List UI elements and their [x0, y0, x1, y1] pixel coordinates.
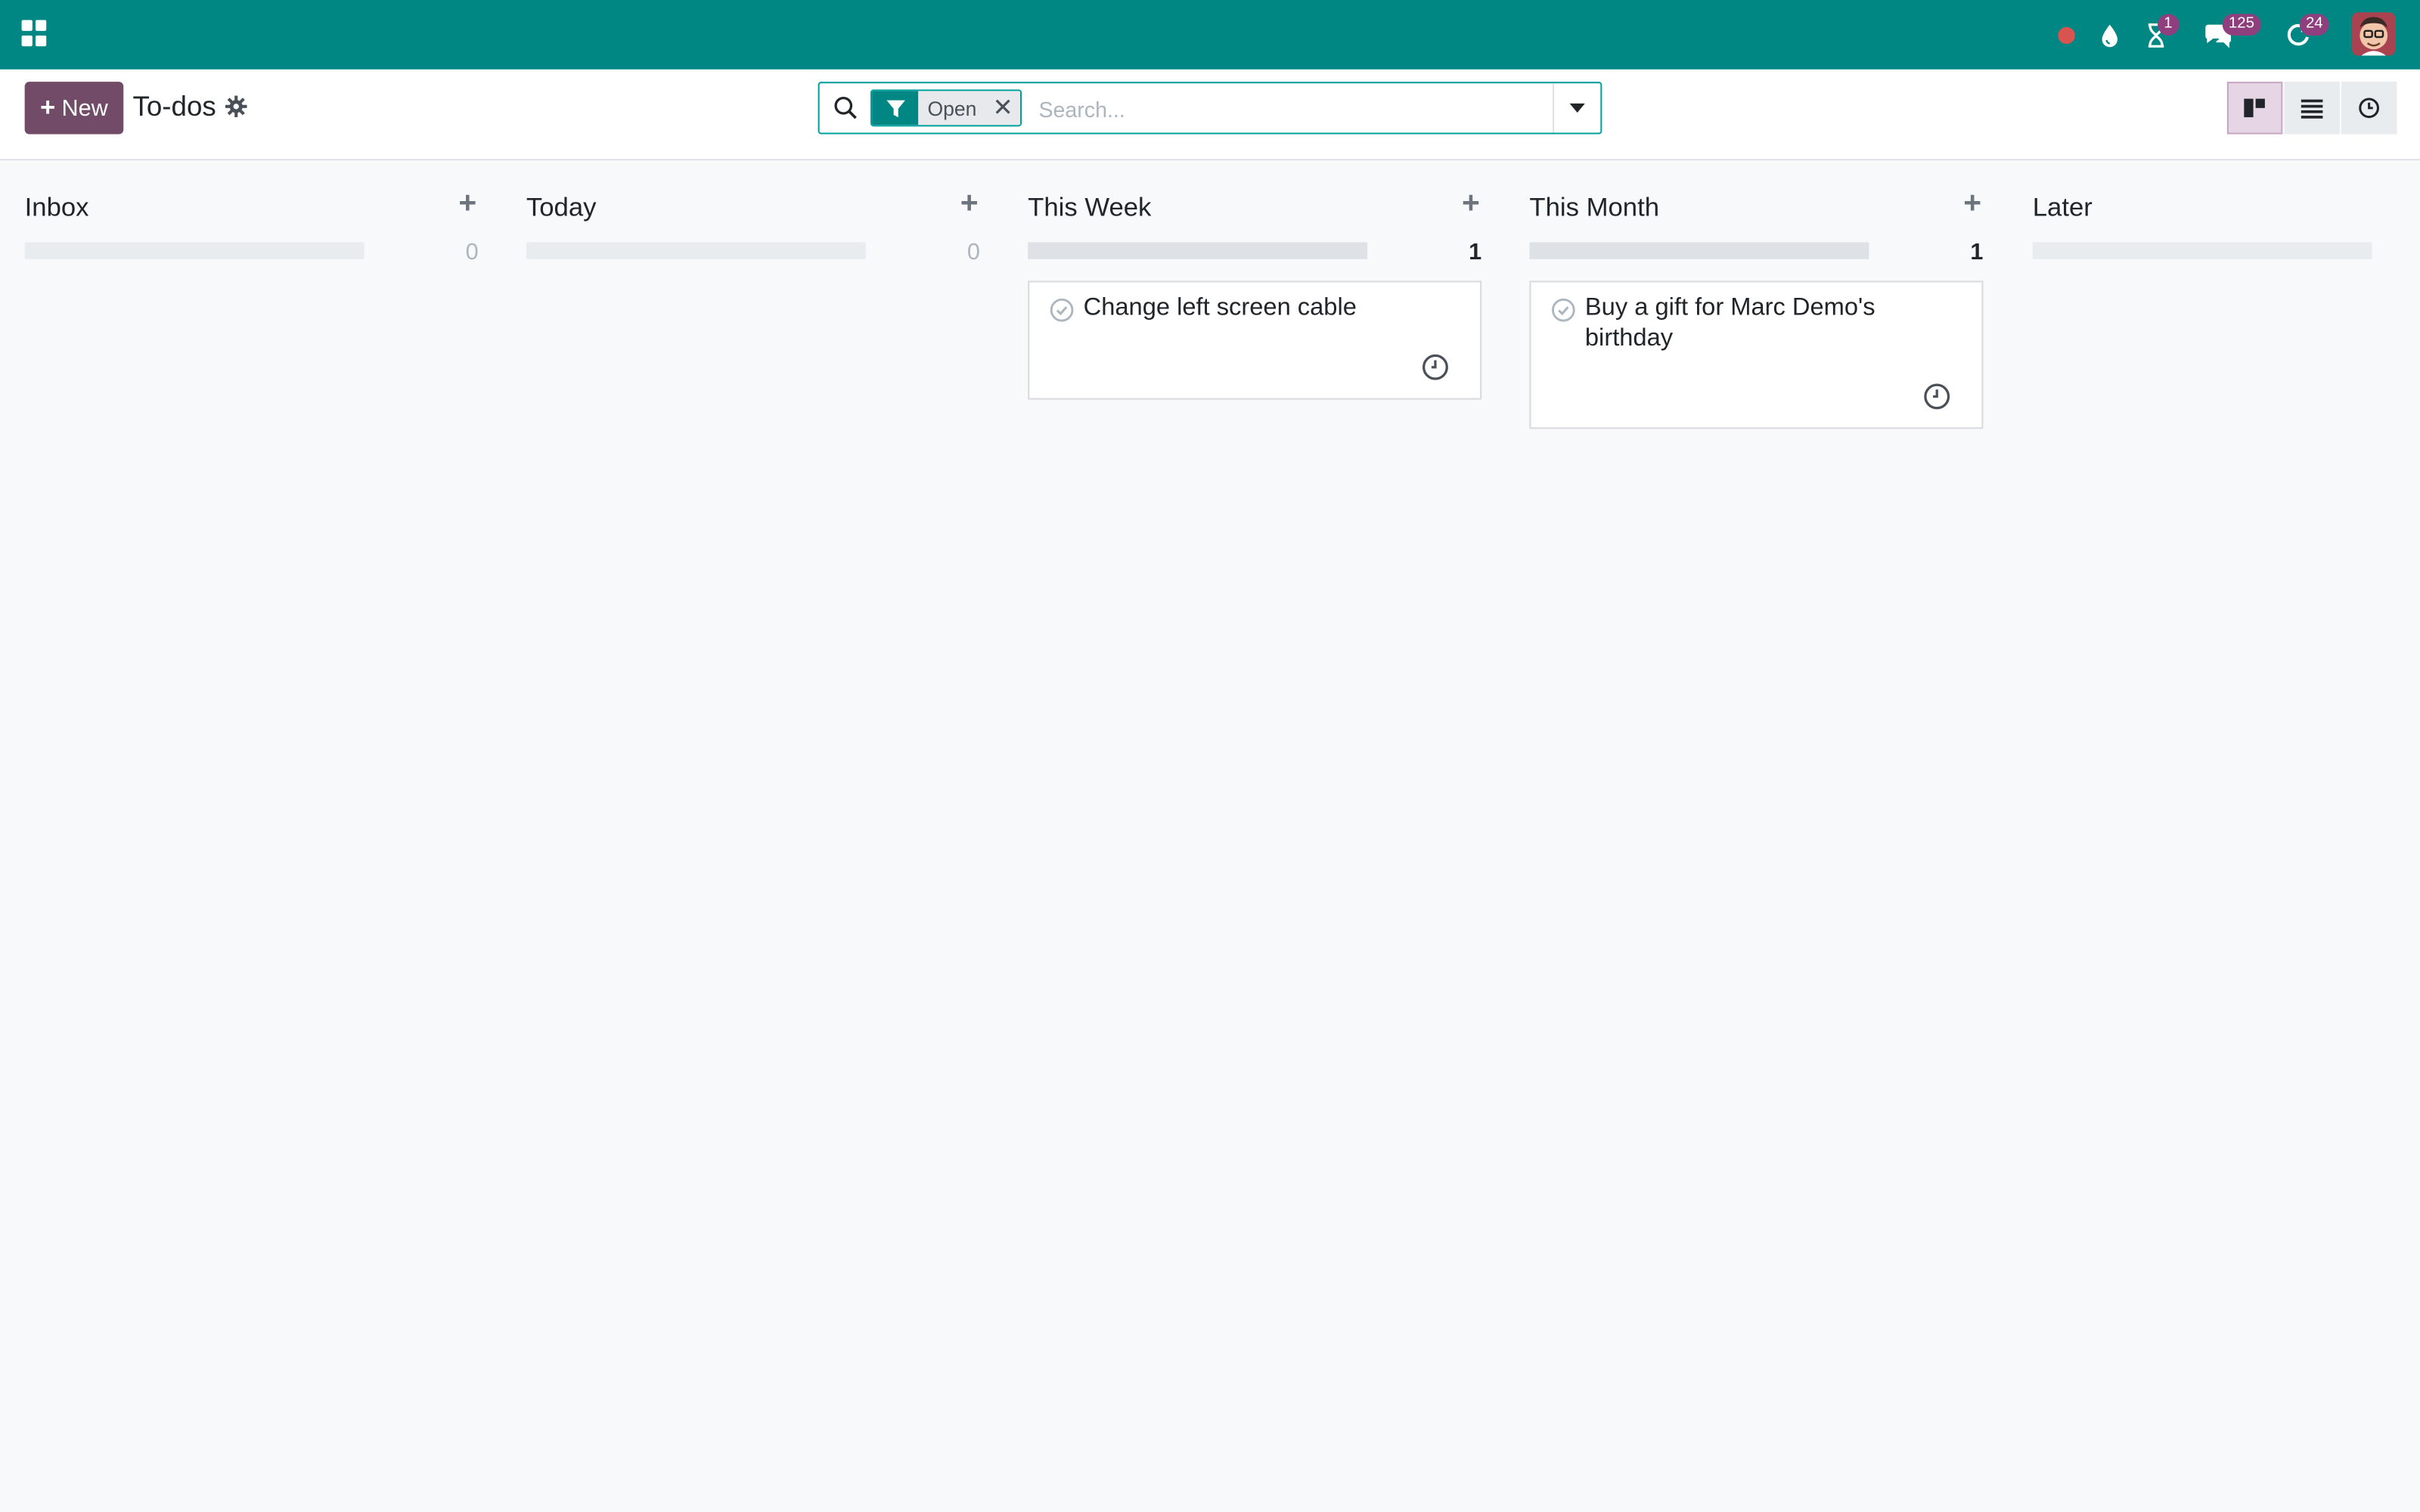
column-progress-bar [1529, 242, 1869, 259]
page-title: To-dos [132, 91, 216, 122]
kanban-icon [2244, 98, 2265, 118]
filter-icon [872, 91, 919, 125]
kanban-card[interactable]: Change left screen cable [1028, 280, 1482, 400]
column-count: 0 [966, 239, 980, 266]
gear-icon[interactable] [225, 95, 247, 118]
apps-menu-icon[interactable] [21, 20, 48, 47]
search-icon[interactable] [833, 96, 858, 121]
droplet-icon[interactable] [2096, 0, 2124, 70]
check-circle-icon[interactable] [1551, 298, 1576, 323]
quick-add-icon[interactable]: + [1460, 188, 1482, 219]
column-progress-bar [2032, 242, 2372, 259]
list-view-button[interactable] [2284, 82, 2340, 135]
column-count: 0 [465, 239, 479, 266]
kanban-column-inbox: Inbox + 0 [24, 160, 479, 1512]
kanban-column-today: Today + 0 [526, 160, 980, 1512]
search-bar: Open ✕ [818, 82, 1602, 135]
column-count: 1 [1469, 239, 1482, 266]
search-options-toggle[interactable] [1553, 83, 1600, 133]
activity-view-button[interactable] [2341, 82, 2397, 135]
activity-clock-icon[interactable] [1422, 353, 1450, 381]
kanban-column-this-month: This Month + 1 Buy a gift for Marc Demo'… [1529, 160, 1984, 1512]
record-dot-icon[interactable] [2052, 0, 2080, 70]
clock-icon [2359, 98, 2379, 119]
quick-add-icon[interactable]: + [1962, 188, 1984, 219]
updates-badge: 24 [2299, 14, 2329, 36]
search-input[interactable] [1035, 91, 1552, 129]
column-title: Today [526, 193, 597, 222]
messages-badge: 125 [2222, 14, 2261, 36]
control-panel: + New To-dos Open ✕ Search... [0, 69, 2420, 161]
activity-clock-icon[interactable] [1923, 383, 1951, 411]
column-title: This Month [1529, 193, 1660, 222]
facet-close-icon[interactable]: ✕ [985, 91, 1020, 125]
plus-icon: + [40, 92, 56, 122]
kanban-column-this-week: This Week + 1 Change left screen cable [1028, 160, 1482, 1512]
top-navbar: 1 125 24 [0, 0, 2420, 70]
column-title: Later [2032, 193, 2093, 222]
quick-add-icon[interactable]: + [457, 188, 479, 219]
list-icon [2301, 99, 2323, 119]
check-circle-icon[interactable] [1050, 298, 1075, 323]
facet-label: Open [918, 91, 986, 125]
column-progress-bar [1028, 242, 1368, 259]
kanban-card[interactable]: Buy a gift for Marc Demo's birthday [1529, 280, 1984, 429]
app-root: 1 125 24 + New To-dos Open ✕ Search... I… [0, 0, 2420, 1512]
column-progress-bar [526, 242, 866, 259]
card-title: Buy a gift for Marc Demo's birthday [1584, 294, 1876, 352]
activities-badge: 1 [2158, 14, 2179, 36]
card-title: Change left screen cable [1083, 294, 1357, 321]
column-progress-bar [24, 242, 365, 259]
column-title: This Week [1028, 193, 1152, 222]
column-title: Inbox [24, 193, 89, 222]
new-button[interactable]: + New [24, 82, 124, 135]
kanban-column-later: Later [2032, 160, 2420, 1512]
kanban-board: Inbox + 0 Today + 0 This Week + 1 Change… [0, 160, 2420, 1512]
quick-add-icon[interactable]: + [958, 188, 980, 219]
search-facet-open[interactable]: Open ✕ [870, 89, 1022, 127]
caret-down-icon [1569, 103, 1585, 113]
user-avatar[interactable] [2352, 12, 2396, 56]
column-count: 1 [1970, 239, 1984, 266]
view-switcher [2226, 82, 2399, 135]
new-button-label: New [61, 94, 108, 122]
kanban-view-button[interactable] [2226, 82, 2283, 135]
